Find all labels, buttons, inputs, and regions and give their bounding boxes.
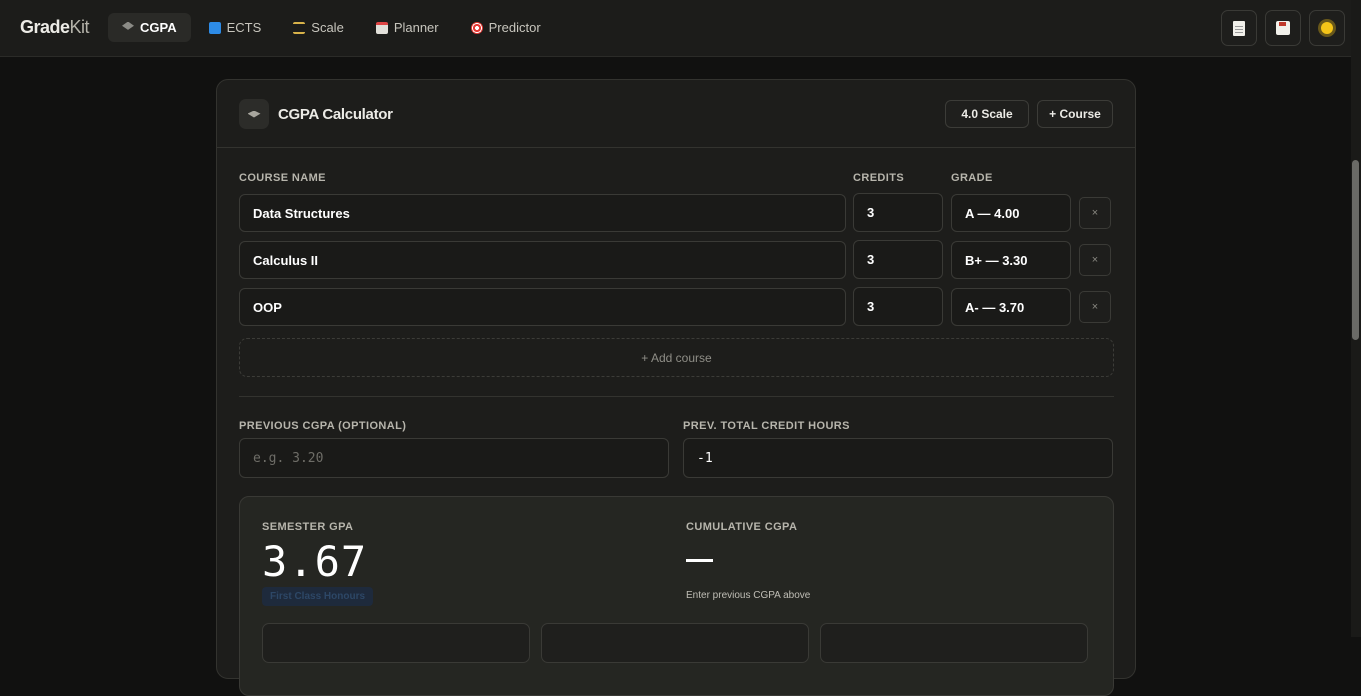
remove-course-button[interactable]: × <box>1079 291 1111 323</box>
close-icon: × <box>1091 301 1099 313</box>
close-icon: × <box>1091 254 1099 266</box>
previous-credit-hours-label: PREV. TOTAL CREDIT HOURS <box>683 420 850 432</box>
nav-tab-cgpa[interactable]: CGPA <box>108 13 191 42</box>
course-name-input[interactable]: Data Structures <box>239 194 846 232</box>
card-title: CGPA Calculator <box>278 106 393 123</box>
main-nav: CGPA ECTS Scale Planner Predictor <box>108 13 559 42</box>
save-button[interactable] <box>1265 10 1301 46</box>
target-icon <box>470 21 483 34</box>
nav-tab-label: ECTS <box>226 20 262 35</box>
cumulative-cgpa-label: CUMULATIVE CGPA <box>686 521 798 533</box>
scale-icon <box>293 21 306 34</box>
export-document-button[interactable] <box>1221 10 1257 46</box>
nav-tab-label: Planner <box>393 20 439 35</box>
credits-header: CREDITS <box>853 172 905 184</box>
credits-input[interactable]: 3 <box>853 193 943 232</box>
course-name-input[interactable]: Calculus II <box>239 241 846 279</box>
add-course-row-button[interactable]: + Add course <box>239 338 1114 377</box>
graduation-cap-icon <box>122 21 134 30</box>
previous-credit-hours-input[interactable]: -1 <box>683 438 1113 478</box>
nav-tab-ects[interactable]: ECTS <box>195 13 276 42</box>
remove-course-button[interactable]: × <box>1079 197 1111 229</box>
stat-box <box>541 623 809 663</box>
sun-icon <box>1321 22 1333 34</box>
cgpa-calculator-card: CGPA Calculator 4.0 Scale + Course COURS… <box>216 79 1136 696</box>
section-divider <box>239 396 1114 397</box>
theme-toggle-button[interactable] <box>1309 10 1345 46</box>
scale-select-button[interactable]: 4.0 Scale <box>945 100 1029 128</box>
nav-tab-label: CGPA <box>140 20 177 35</box>
brand-logo[interactable]: GradeKit <box>20 17 90 38</box>
course-name-header: COURSE NAME <box>239 172 326 184</box>
refresh-icon <box>208 21 221 34</box>
results-panel: SEMESTER GPA 3.67 First Class Honours CU… <box>239 496 1114 696</box>
grade-select[interactable]: A — 4.00 <box>951 194 1071 232</box>
brand-secondary: Kit <box>69 17 90 37</box>
nav-tab-scale[interactable]: Scale <box>279 13 358 42</box>
scrollbar-thumb[interactable] <box>1352 160 1359 340</box>
nav-tab-planner[interactable]: Planner <box>362 13 453 42</box>
credits-input[interactable]: 3 <box>853 240 943 279</box>
document-icon <box>1233 20 1245 36</box>
page-scrollbar[interactable] <box>1351 0 1361 637</box>
top-navigation-bar: GradeKit CGPA ECTS Scale Planner Predict… <box>0 0 1351 57</box>
grade-select[interactable]: B+ — 3.30 <box>951 241 1071 279</box>
course-name-input[interactable]: OOP <box>239 288 846 326</box>
nav-tab-label: Predictor <box>488 20 541 35</box>
cumulative-cgpa-hint: Enter previous CGPA above <box>686 590 811 601</box>
stat-box <box>262 623 530 663</box>
honours-badge: First Class Honours <box>262 587 374 606</box>
previous-cgpa-input[interactable]: e.g. 3.20 <box>239 438 669 478</box>
card-header: CGPA Calculator 4.0 Scale + Course <box>217 80 1135 148</box>
nav-tab-label: Scale <box>311 20 344 35</box>
toolbar-actions <box>1221 10 1345 46</box>
grade-select[interactable]: A- — 3.70 <box>951 288 1071 326</box>
semester-gpa-label: SEMESTER GPA <box>262 521 354 533</box>
cumulative-cgpa-value: — <box>686 559 713 562</box>
brand-primary: Grade <box>20 17 70 37</box>
calendar-icon <box>375 21 388 34</box>
close-icon: × <box>1091 207 1099 219</box>
nav-tab-predictor[interactable]: Predictor <box>457 13 555 42</box>
add-course-header-button[interactable]: + Course <box>1037 100 1113 128</box>
save-icon <box>1276 21 1290 35</box>
semester-gpa-value: 3.67 <box>262 537 368 586</box>
stat-box <box>820 623 1088 663</box>
credits-input[interactable]: 3 <box>853 287 943 326</box>
grade-header: GRADE <box>951 172 993 184</box>
previous-cgpa-label: PREVIOUS CGPA (OPTIONAL) <box>239 420 407 432</box>
graduation-cap-icon <box>239 99 269 129</box>
remove-course-button[interactable]: × <box>1079 244 1111 276</box>
